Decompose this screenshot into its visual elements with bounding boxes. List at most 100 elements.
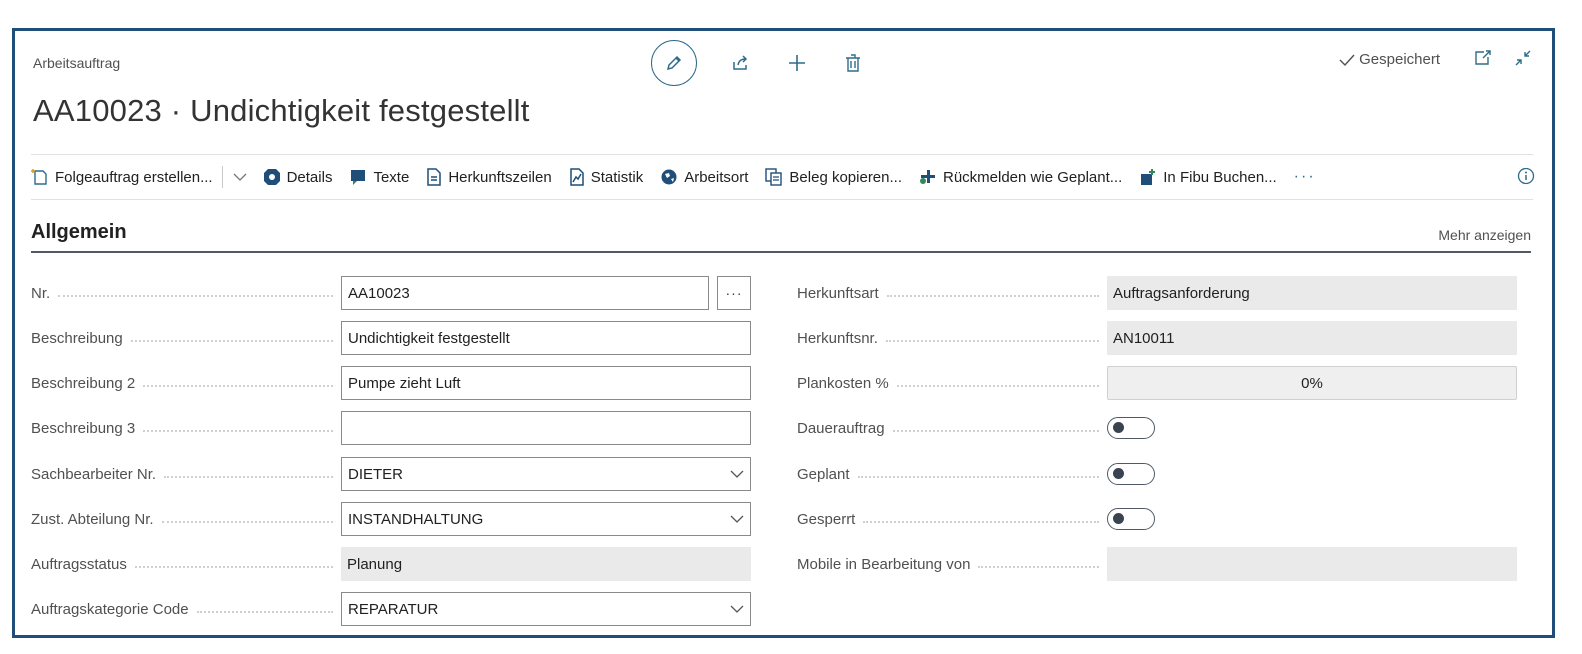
- field-label: Herkunftsnr.: [797, 329, 878, 347]
- copy-document-icon: [765, 168, 783, 186]
- origin-no-value: AN10011: [1107, 321, 1517, 355]
- field-label: Auftragsstatus: [31, 555, 127, 573]
- mobile-editing-value: [1107, 547, 1517, 581]
- label-leader: [143, 385, 333, 387]
- action-texts[interactable]: Texte: [349, 168, 409, 186]
- globe-icon: [661, 169, 677, 185]
- action-label: Arbeitsort: [684, 168, 749, 186]
- action-dropdown-toggle[interactable]: [233, 172, 247, 182]
- select-value: DIETER: [348, 465, 404, 483]
- description-2-input[interactable]: Pumpe zieht Luft: [341, 366, 751, 400]
- action-report-as-planned[interactable]: Rückmelden wie Geplant...: [919, 168, 1122, 186]
- field-label: Mobile in Bearbeitung von: [797, 555, 971, 573]
- field-label: Herkunftsart: [797, 284, 879, 302]
- saved-status: Gespeichert: [1339, 51, 1440, 68]
- edit-icon: [666, 55, 682, 71]
- planned-toggle[interactable]: [1107, 463, 1155, 485]
- no-input[interactable]: AA10023: [341, 276, 709, 310]
- saved-label: Gespeichert: [1359, 51, 1440, 68]
- delete-icon: [846, 54, 860, 72]
- label-leader: [196, 611, 333, 613]
- description-3-input[interactable]: [341, 411, 751, 445]
- window-controls: [1474, 49, 1532, 67]
- edit-button[interactable]: [651, 40, 697, 86]
- action-origin-lines[interactable]: Herkunftszeilen: [426, 168, 552, 186]
- info-button[interactable]: [1517, 167, 1535, 189]
- action-label: Statistik: [590, 168, 644, 186]
- label-leader: [863, 521, 1099, 523]
- field-label: Beschreibung 3: [31, 419, 136, 437]
- field-label: Plankosten %: [797, 374, 889, 392]
- field-row-description-2: Beschreibung 2 Pumpe zieht Luft: [31, 366, 751, 400]
- order-category-select[interactable]: REPARATUR: [341, 592, 751, 626]
- more-actions-button[interactable]: ···: [1294, 168, 1316, 186]
- action-label: Rückmelden wie Geplant...: [943, 168, 1123, 186]
- field-row-origin-no: Herkunftsnr. AN10011: [797, 321, 1517, 355]
- department-select[interactable]: INSTANDHALTUNG: [341, 502, 751, 536]
- chevron-down-icon: [730, 514, 744, 524]
- label-leader: [892, 430, 1099, 432]
- field-row-order-category: Auftragskategorie Code REPARATUR: [31, 592, 751, 626]
- order-status-value: Planung: [341, 547, 751, 581]
- label-leader: [896, 385, 1099, 387]
- label-leader: [130, 340, 333, 342]
- info-icon: [1517, 167, 1535, 185]
- field-label: Geplant: [797, 465, 850, 483]
- toggle-knob: [1113, 422, 1124, 433]
- field-row-no: Nr. AA10023 ···: [31, 276, 751, 310]
- label-leader: [164, 476, 333, 478]
- add-icon: [789, 55, 805, 71]
- show-more-link[interactable]: Mehr anzeigen: [1438, 227, 1531, 243]
- collapse-icon[interactable]: [1514, 49, 1532, 67]
- toggle-knob: [1113, 468, 1124, 479]
- action-label: Texte: [373, 168, 410, 186]
- lookup-button[interactable]: ···: [717, 276, 751, 310]
- report-icon: [920, 170, 935, 184]
- delete-button[interactable]: [841, 51, 865, 75]
- action-follow-up-order[interactable]: Folgeauftrag erstellen...: [31, 168, 213, 186]
- label-leader: [885, 340, 1099, 342]
- page-frame: Arbeitsauftrag AA10023 · Undichtigkeit f…: [12, 28, 1555, 638]
- blocked-toggle[interactable]: [1107, 508, 1155, 530]
- field-row-description-3: Beschreibung 3: [31, 411, 751, 445]
- select-value: REPARATUR: [348, 600, 439, 618]
- action-post-to-ledger[interactable]: In Fibu Buchen...: [1139, 168, 1277, 186]
- section-general-header: Allgemein Mehr anzeigen: [31, 217, 1531, 253]
- page-type-label: Arbeitsauftrag: [33, 55, 121, 71]
- action-label: Details: [286, 168, 333, 186]
- salesperson-select[interactable]: DIETER: [341, 457, 751, 491]
- share-button[interactable]: [729, 51, 753, 75]
- description-input[interactable]: Undichtigkeit festgestellt: [341, 321, 751, 355]
- action-work-location[interactable]: Arbeitsort: [660, 168, 748, 186]
- checkmark-icon: [1339, 54, 1355, 66]
- chevron-down-icon: [730, 604, 744, 614]
- field-label: Gesperrt: [797, 510, 856, 528]
- page-title: AA10023 · Undichtigkeit festgestellt: [33, 93, 530, 128]
- field-label: Beschreibung: [31, 329, 123, 347]
- field-row-planned-cost: Plankosten % 0%: [797, 366, 1517, 400]
- open-in-new-icon[interactable]: [1474, 49, 1492, 67]
- label-leader: [161, 521, 333, 523]
- toggle-knob: [1113, 513, 1124, 524]
- select-value: INSTANDHALTUNG: [348, 510, 484, 528]
- add-button[interactable]: [785, 51, 809, 75]
- field-row-planned: Geplant: [797, 457, 1155, 491]
- details-icon: [263, 169, 280, 185]
- field-row-description: Beschreibung Undichtigkeit festgestellt: [31, 321, 751, 355]
- section-title[interactable]: Allgemein: [31, 221, 127, 244]
- label-leader: [978, 566, 1099, 568]
- field-row-recurring: Dauerauftrag: [797, 411, 1155, 445]
- label-leader: [58, 295, 333, 297]
- field-label: Beschreibung 2: [31, 374, 136, 392]
- field-row-origin-type: Herkunftsart Auftragsanforderung: [797, 276, 1517, 310]
- action-statistics[interactable]: Statistik: [569, 168, 644, 186]
- action-copy-document[interactable]: Beleg kopieren...: [765, 168, 902, 186]
- field-label: Nr.: [31, 284, 51, 302]
- field-label: Dauerauftrag: [797, 419, 885, 437]
- chevron-down-icon: [730, 469, 744, 479]
- recurring-toggle[interactable]: [1107, 417, 1155, 439]
- action-label: In Fibu Buchen...: [1163, 168, 1277, 186]
- field-row-mobile-editing: Mobile in Bearbeitung von: [797, 547, 1517, 581]
- top-toolbar: [651, 39, 865, 87]
- action-details[interactable]: Details: [263, 168, 333, 186]
